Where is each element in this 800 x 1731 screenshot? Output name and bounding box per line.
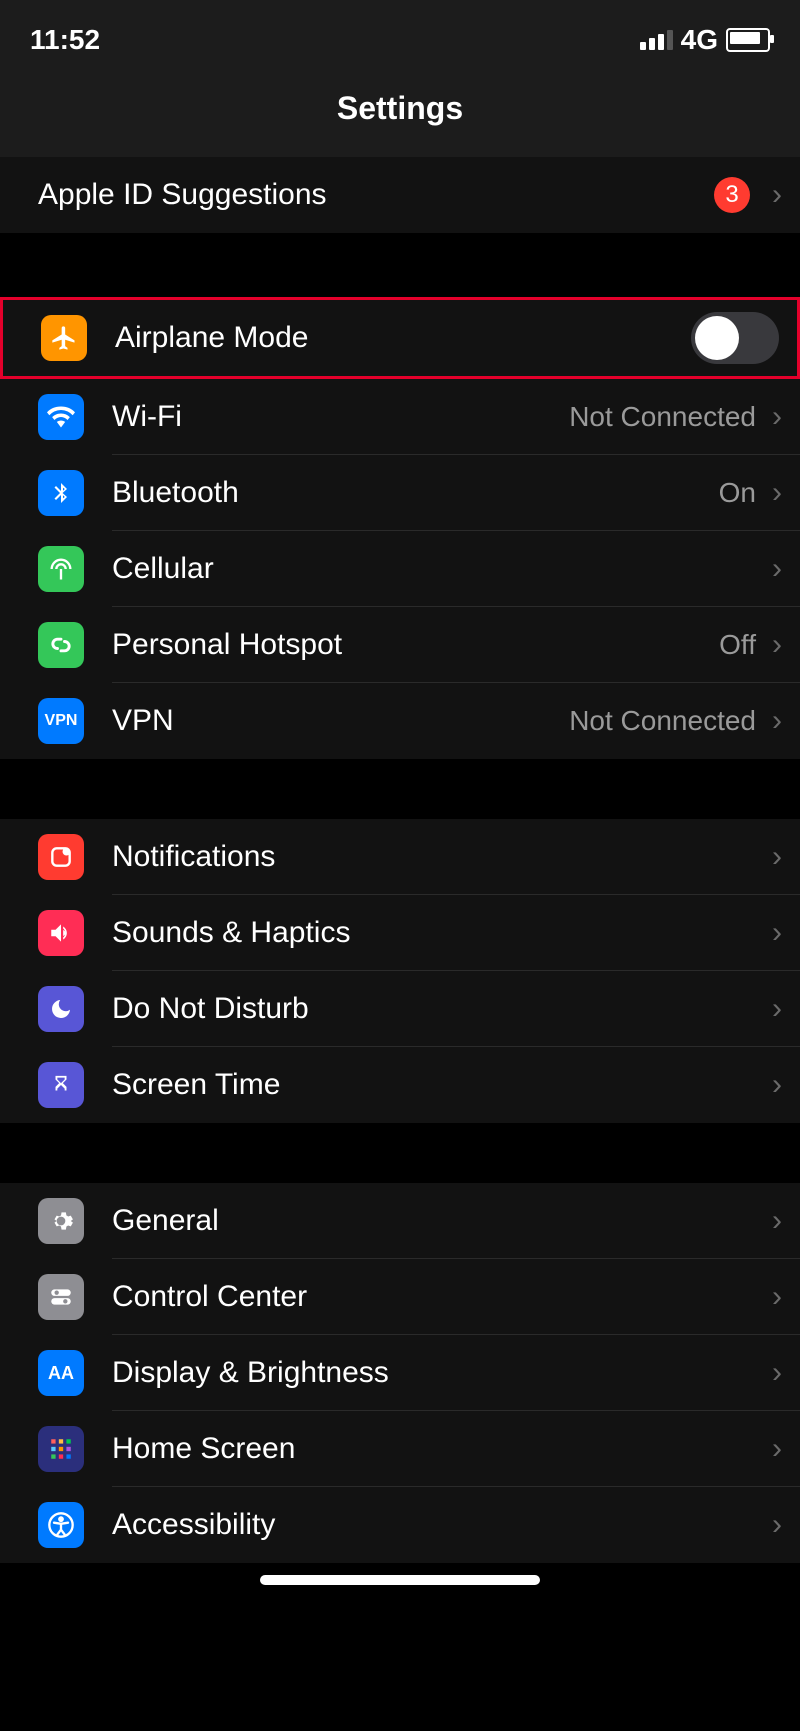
cc-label: Control Center <box>112 1280 766 1314</box>
chevron-right-icon: › <box>772 992 782 1026</box>
network-label: 4G <box>681 24 718 56</box>
chevron-right-icon: › <box>772 1508 782 1542</box>
notifications-icon <box>38 834 84 880</box>
status-time: 11:52 <box>30 24 100 56</box>
hotspot-label: Personal Hotspot <box>112 628 719 662</box>
screentime-label: Screen Time <box>112 1068 766 1102</box>
chevron-right-icon: › <box>772 704 782 738</box>
accessibility-icon <box>38 1502 84 1548</box>
chevron-right-icon: › <box>772 178 782 212</box>
sounds-icon <box>38 910 84 956</box>
apple-id-label: Apple ID Suggestions <box>38 178 714 212</box>
row-cellular[interactable]: Cellular › <box>0 531 800 607</box>
text-size-icon: AA <box>38 1350 84 1396</box>
row-sounds[interactable]: Sounds & Haptics › <box>0 895 800 971</box>
chevron-right-icon: › <box>772 1356 782 1390</box>
notifications-label: Notifications <box>112 840 766 874</box>
home-grid-icon <box>38 1426 84 1472</box>
home-indicator[interactable] <box>0 1563 800 1593</box>
toggles-icon <box>38 1274 84 1320</box>
hotspot-value: Off <box>719 629 756 661</box>
row-airplane-mode[interactable]: Airplane Mode <box>0 297 800 379</box>
hotspot-icon <box>38 622 84 668</box>
status-bar: 11:52 4G <box>0 0 800 80</box>
signal-icon <box>640 30 673 50</box>
home-label: Home Screen <box>112 1432 766 1466</box>
chevron-right-icon: › <box>772 1432 782 1466</box>
wifi-icon <box>38 394 84 440</box>
chevron-right-icon: › <box>772 840 782 874</box>
page-title: Settings <box>0 80 800 157</box>
bluetooth-icon <box>38 470 84 516</box>
chevron-right-icon: › <box>772 1068 782 1102</box>
chevron-right-icon: › <box>772 628 782 662</box>
airplane-toggle[interactable] <box>691 312 779 364</box>
airplane-icon <box>41 315 87 361</box>
row-control-center[interactable]: Control Center › <box>0 1259 800 1335</box>
cellular-label: Cellular <box>112 552 766 586</box>
row-accessibility[interactable]: Accessibility › <box>0 1487 800 1563</box>
row-screen-time[interactable]: Screen Time › <box>0 1047 800 1123</box>
bluetooth-value: On <box>719 477 756 509</box>
row-home-screen[interactable]: Home Screen › <box>0 1411 800 1487</box>
row-personal-hotspot[interactable]: Personal Hotspot Off › <box>0 607 800 683</box>
chevron-right-icon: › <box>772 1280 782 1314</box>
sounds-label: Sounds & Haptics <box>112 916 766 950</box>
badge-count: 3 <box>714 177 750 213</box>
chevron-right-icon: › <box>772 916 782 950</box>
bluetooth-label: Bluetooth <box>112 476 719 510</box>
hourglass-icon <box>38 1062 84 1108</box>
battery-icon <box>726 28 770 52</box>
general-label: General <box>112 1204 766 1238</box>
dnd-label: Do Not Disturb <box>112 992 766 1026</box>
chevron-right-icon: › <box>772 400 782 434</box>
row-bluetooth[interactable]: Bluetooth On › <box>0 455 800 531</box>
wifi-value: Not Connected <box>569 401 756 433</box>
row-display-brightness[interactable]: AA Display & Brightness › <box>0 1335 800 1411</box>
row-vpn[interactable]: VPN VPN Not Connected › <box>0 683 800 759</box>
gear-icon <box>38 1198 84 1244</box>
chevron-right-icon: › <box>772 476 782 510</box>
airplane-label: Airplane Mode <box>115 321 691 355</box>
vpn-value: Not Connected <box>569 705 756 737</box>
row-notifications[interactable]: Notifications › <box>0 819 800 895</box>
row-general[interactable]: General › <box>0 1183 800 1259</box>
row-dnd[interactable]: Do Not Disturb › <box>0 971 800 1047</box>
chevron-right-icon: › <box>772 1204 782 1238</box>
chevron-right-icon: › <box>772 552 782 586</box>
display-label: Display & Brightness <box>112 1356 766 1390</box>
cellular-icon <box>38 546 84 592</box>
row-apple-id-suggestions[interactable]: Apple ID Suggestions 3 › <box>0 157 800 233</box>
row-wifi[interactable]: Wi-Fi Not Connected › <box>0 379 800 455</box>
vpn-icon: VPN <box>38 698 84 744</box>
vpn-label: VPN <box>112 704 569 738</box>
wifi-label: Wi-Fi <box>112 400 569 434</box>
moon-icon <box>38 986 84 1032</box>
accessibility-label: Accessibility <box>112 1508 766 1542</box>
